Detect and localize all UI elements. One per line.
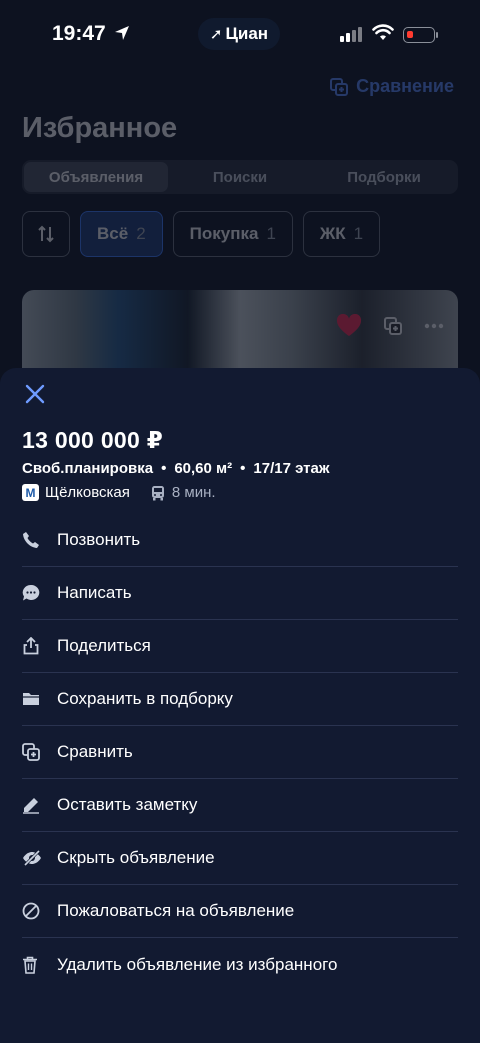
dynamic-island-app-indicator[interactable]: ➚ Циан	[198, 18, 280, 50]
action-report-listing[interactable]: Пожаловаться на объявление	[22, 885, 458, 938]
status-time: 19:47	[52, 22, 130, 46]
tab-searches[interactable]: Поиски	[168, 162, 312, 192]
folder-icon	[23, 693, 39, 705]
listing-floor: 17/17 этаж	[253, 460, 330, 477]
page-title: Избранное	[22, 112, 178, 144]
action-message[interactable]: Написать	[22, 567, 458, 620]
close-icon[interactable]	[24, 383, 46, 405]
chip-residential-complex[interactable]: ЖК 1	[302, 211, 381, 257]
trash-icon	[23, 956, 37, 974]
location-arrow-icon	[114, 26, 129, 40]
listing-area: 60,60 м²	[174, 460, 233, 477]
compare-link[interactable]: Сравнение	[330, 76, 454, 97]
pencil-icon	[23, 798, 39, 814]
listing-actions-sheet: 13 000 000 ₽ Своб.планировка • 60,60 м² …	[0, 368, 480, 1043]
listing-layout: Своб.планировка	[22, 460, 154, 477]
hide-icon	[23, 850, 41, 866]
listing-price: 13 000 000 ₽	[22, 427, 164, 453]
cian-logo-icon: ➚	[209, 26, 223, 43]
action-compare[interactable]: Сравнить	[22, 726, 458, 779]
tab-collections[interactable]: Подборки	[312, 162, 456, 192]
tab-listings[interactable]: Объявления	[24, 162, 168, 192]
favorites-tabs: Объявления Поиски Подборки	[22, 160, 458, 194]
compare-icon	[330, 77, 349, 96]
action-share[interactable]: Поделиться	[22, 620, 458, 673]
cellular-signal-icon	[340, 27, 362, 42]
sort-button[interactable]	[22, 211, 70, 257]
listing-specs: Своб.планировка • 60,60 м² • 17/17 этаж	[22, 460, 330, 477]
actions-menu: Позвонить Написать Поделиться Сохранить …	[22, 514, 458, 991]
metro-station: Щёлковская	[45, 484, 130, 501]
filter-chips: Всё 2 Покупка 1 ЖК 1	[22, 211, 381, 257]
more-icon[interactable]	[424, 323, 444, 329]
wifi-icon	[372, 24, 394, 40]
action-hide-listing[interactable]: Скрыть объявление	[22, 832, 458, 885]
metro-info: М Щёлковская 8 мин.	[22, 484, 216, 501]
compare-icon	[22, 743, 40, 761]
sort-arrows-icon	[38, 225, 54, 243]
metro-travel-time: 8 мин.	[171, 484, 216, 501]
share-icon	[23, 637, 39, 655]
action-save-to-collection[interactable]: Сохранить в подборку	[22, 673, 458, 726]
action-call[interactable]: Позвонить	[22, 514, 458, 567]
chat-icon	[22, 584, 40, 601]
report-icon	[22, 902, 40, 920]
bus-icon	[151, 485, 164, 500]
chip-purchase[interactable]: Покупка 1	[172, 211, 293, 257]
battery-icon	[403, 27, 435, 43]
metro-icon: М	[22, 484, 39, 501]
chip-all[interactable]: Всё 2	[80, 211, 163, 257]
heart-icon[interactable]	[336, 314, 362, 338]
action-add-note[interactable]: Оставить заметку	[22, 779, 458, 832]
phone-icon	[23, 532, 39, 548]
action-remove-from-favorites[interactable]: Удалить объявление из избранного	[22, 938, 458, 991]
favorites-page-background: Сравнение Избранное Объявления Поиски По…	[0, 60, 480, 390]
compare-icon[interactable]	[384, 317, 402, 335]
